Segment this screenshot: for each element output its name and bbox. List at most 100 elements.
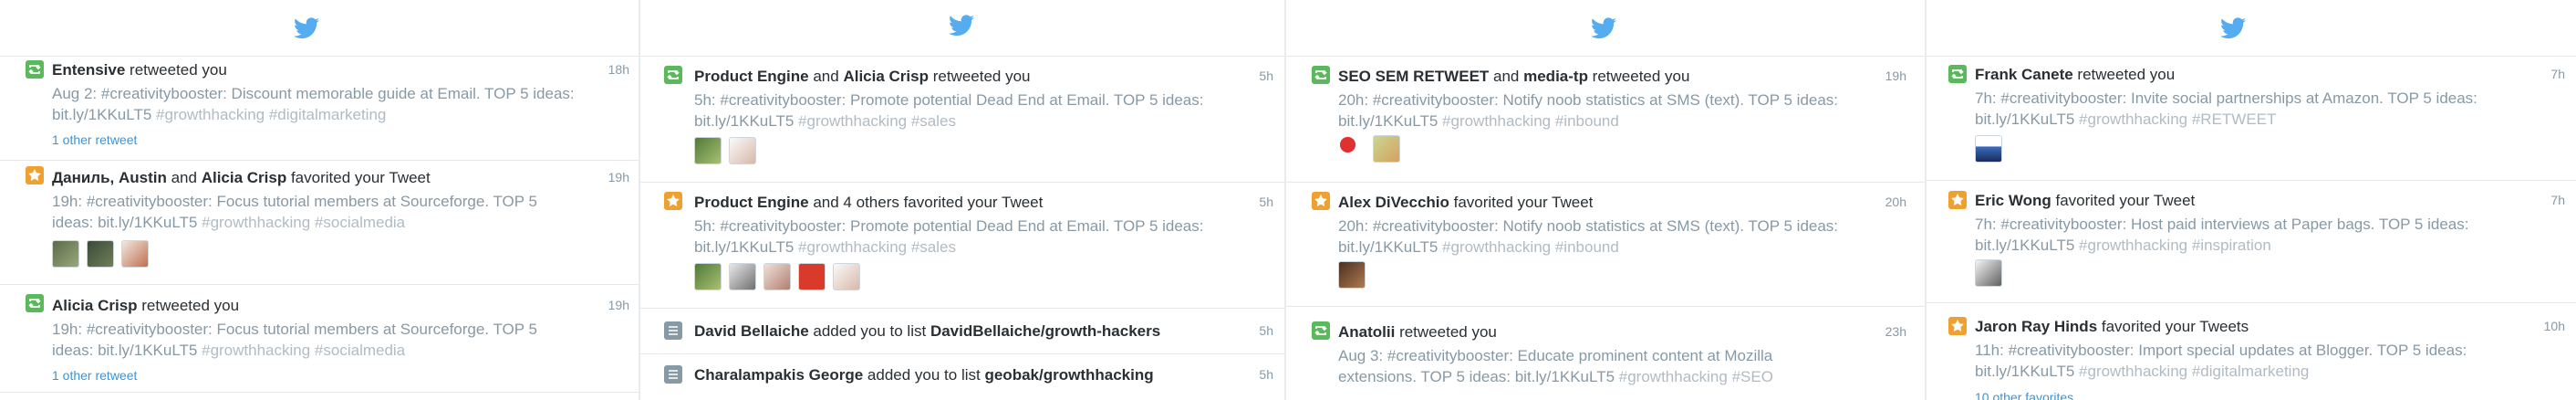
hashtag[interactable]: #sales: [911, 112, 956, 130]
avatar[interactable]: [87, 240, 114, 268]
avatar[interactable]: [1373, 135, 1400, 163]
notification-item[interactable]: SEO SEM RETWEET and media-tp retweeted y…: [1286, 57, 1925, 183]
hashtag[interactable]: #growthhacking: [156, 106, 265, 123]
avatar[interactable]: [763, 263, 791, 290]
hashtag[interactable]: #growthhacking: [2079, 237, 2187, 254]
avatar[interactable]: [1338, 261, 1366, 289]
retweet-icon: [1948, 65, 1967, 83]
actor-name[interactable]: Eric Wong: [1975, 192, 2051, 209]
hashtag[interactable]: #RETWEET: [2192, 111, 2277, 128]
avatar[interactable]: [694, 137, 722, 164]
timestamp: 5h: [1259, 195, 1273, 209]
notification-item[interactable]: Product Engine and 4 others favorited yo…: [640, 183, 1284, 309]
hashtag[interactable]: #digitalmarketing: [269, 106, 387, 123]
hashtag[interactable]: #growthhacking: [202, 342, 310, 359]
action-text: favorited your Tweets: [2097, 318, 2249, 335]
avatar[interactable]: [729, 263, 756, 290]
notifications-column-2: Product Engine and Alicia Crisp retweete…: [640, 0, 1284, 400]
actor-name[interactable]: Alicia Crisp: [843, 68, 929, 85]
avatar-list: [52, 240, 149, 268]
tweet-text: 11h: #creativitybooster: Import special …: [1975, 342, 2467, 380]
retweet-icon: [26, 294, 44, 312]
notification-item[interactable]: Anatolii retweeted you 23h Aug 3: #creat…: [1286, 307, 1925, 400]
timestamp: 20h: [1885, 195, 1906, 209]
action-text: added you to list: [863, 366, 985, 384]
notification-item[interactable]: Alicia Crisp retweeted you 19h 19h: #cre…: [0, 285, 639, 393]
timestamp: 18h: [608, 62, 629, 77]
action-text: retweeted you: [1395, 323, 1497, 341]
star-icon: [664, 192, 682, 210]
column-header: [1927, 0, 2576, 57]
hashtag[interactable]: #digitalmarketing: [2192, 363, 2310, 380]
other-retweets-link[interactable]: 1 other retweet: [52, 132, 137, 147]
hashtag[interactable]: #SEO: [1732, 368, 1773, 385]
list-link[interactable]: DavidBellaiche/growth-hackers: [930, 322, 1160, 340]
actor-name[interactable]: Даниль, Austin: [52, 169, 167, 186]
hashtag[interactable]: #inspiration: [2192, 237, 2271, 254]
tweet-text: 5h: #creativitybooster: Promote potentia…: [694, 91, 1204, 130]
timestamp: 23h: [1885, 324, 1906, 339]
notifications-column-3: SEO SEM RETWEET and media-tp retweeted y…: [1286, 0, 1925, 400]
notification-item[interactable]: Alex DiVecchio favorited your Tweet 20h …: [1286, 183, 1925, 307]
list-link[interactable]: geobak/growthhacking: [984, 366, 1153, 384]
timestamp: 5h: [1259, 367, 1273, 382]
avatar[interactable]: [1975, 259, 2002, 287]
actor-name[interactable]: Alex DiVecchio: [1338, 194, 1449, 211]
hashtag[interactable]: #growthhacking: [2079, 363, 2187, 380]
hashtag[interactable]: #inbound: [1555, 112, 1619, 130]
avatar-list: [694, 137, 756, 164]
column-header: [640, 0, 1284, 57]
avatar[interactable]: [798, 263, 826, 290]
timestamp: 10h: [2543, 319, 2565, 333]
tweet-text: 20h: #creativitybooster: Notify noob sta…: [1338, 91, 1839, 130]
notification-item[interactable]: Eric Wong favorited your Tweet 7h 7h: #c…: [1927, 181, 2576, 303]
avatar[interactable]: [1975, 135, 2002, 163]
notification-item[interactable]: Entensive retweeted you 18h Aug 2: #crea…: [0, 57, 639, 161]
actor-name[interactable]: Frank Canete: [1975, 66, 2073, 83]
notification-item[interactable]: Даниль, Austin and Alicia Crisp favorite…: [0, 161, 639, 285]
actor-name[interactable]: David Bellaiche: [694, 322, 809, 340]
twitter-bird-icon: [294, 17, 319, 39]
timestamp: 19h: [608, 170, 629, 184]
action-text: retweeted you: [2072, 66, 2176, 83]
actor-name[interactable]: media-tp: [1523, 68, 1588, 85]
hashtag[interactable]: #socialmedia: [315, 342, 405, 359]
notification-item[interactable]: Product Engine and Alicia Crisp retweete…: [640, 57, 1284, 183]
hashtag[interactable]: #growthhacking: [798, 112, 907, 130]
hashtag[interactable]: #inbound: [1555, 238, 1619, 256]
hashtag[interactable]: #growthhacking: [2079, 111, 2187, 128]
actor-name[interactable]: Anatolii: [1338, 323, 1395, 341]
hashtag[interactable]: #socialmedia: [315, 214, 405, 231]
avatar[interactable]: [121, 240, 149, 268]
avatar[interactable]: [729, 137, 756, 164]
actor-name[interactable]: Charalampakis George: [694, 366, 863, 384]
twitter-bird-icon: [1591, 17, 1616, 39]
avatar[interactable]: [52, 240, 79, 268]
avatar[interactable]: [833, 263, 860, 290]
tweet-text: 20h: #creativitybooster: Notify noob sta…: [1338, 217, 1839, 256]
list-icon: [664, 321, 682, 340]
notification-item[interactable]: Charalampakis George added you to list g…: [640, 354, 1284, 400]
notification-item[interactable]: David Bellaiche added you to list DavidB…: [640, 309, 1284, 354]
hashtag[interactable]: #growthhacking: [202, 214, 310, 231]
hashtag[interactable]: #growthhacking: [1619, 368, 1728, 385]
actor-name[interactable]: Alicia Crisp: [52, 297, 138, 314]
avatar[interactable]: [694, 263, 722, 290]
actor-name[interactable]: Jaron Ray Hinds: [1975, 318, 2097, 335]
notification-item[interactable]: Jaron Ray Hinds favorited your Tweets 10…: [1927, 303, 2576, 400]
actor-name[interactable]: Product Engine: [694, 68, 809, 85]
action-text: retweeted you: [125, 61, 227, 79]
hashtag[interactable]: #growthhacking: [798, 238, 907, 256]
retweet-icon: [1312, 66, 1330, 84]
avatar[interactable]: [1338, 135, 1366, 163]
notification-item[interactable]: Frank Canete retweeted you 7h 7h: #creat…: [1927, 57, 2576, 181]
other-favorites-link[interactable]: 10 other favorites: [1975, 390, 2073, 400]
other-retweets-link[interactable]: 1 other retweet: [52, 368, 137, 383]
actor-name[interactable]: SEO SEM RETWEET: [1338, 68, 1489, 85]
hashtag[interactable]: #sales: [911, 238, 956, 256]
hashtag[interactable]: #growthhacking: [1442, 238, 1551, 256]
actor-name[interactable]: Product Engine: [694, 194, 809, 211]
actor-name[interactable]: Entensive: [52, 61, 125, 79]
actor-name[interactable]: Alicia Crisp: [202, 169, 287, 186]
hashtag[interactable]: #growthhacking: [1442, 112, 1551, 130]
